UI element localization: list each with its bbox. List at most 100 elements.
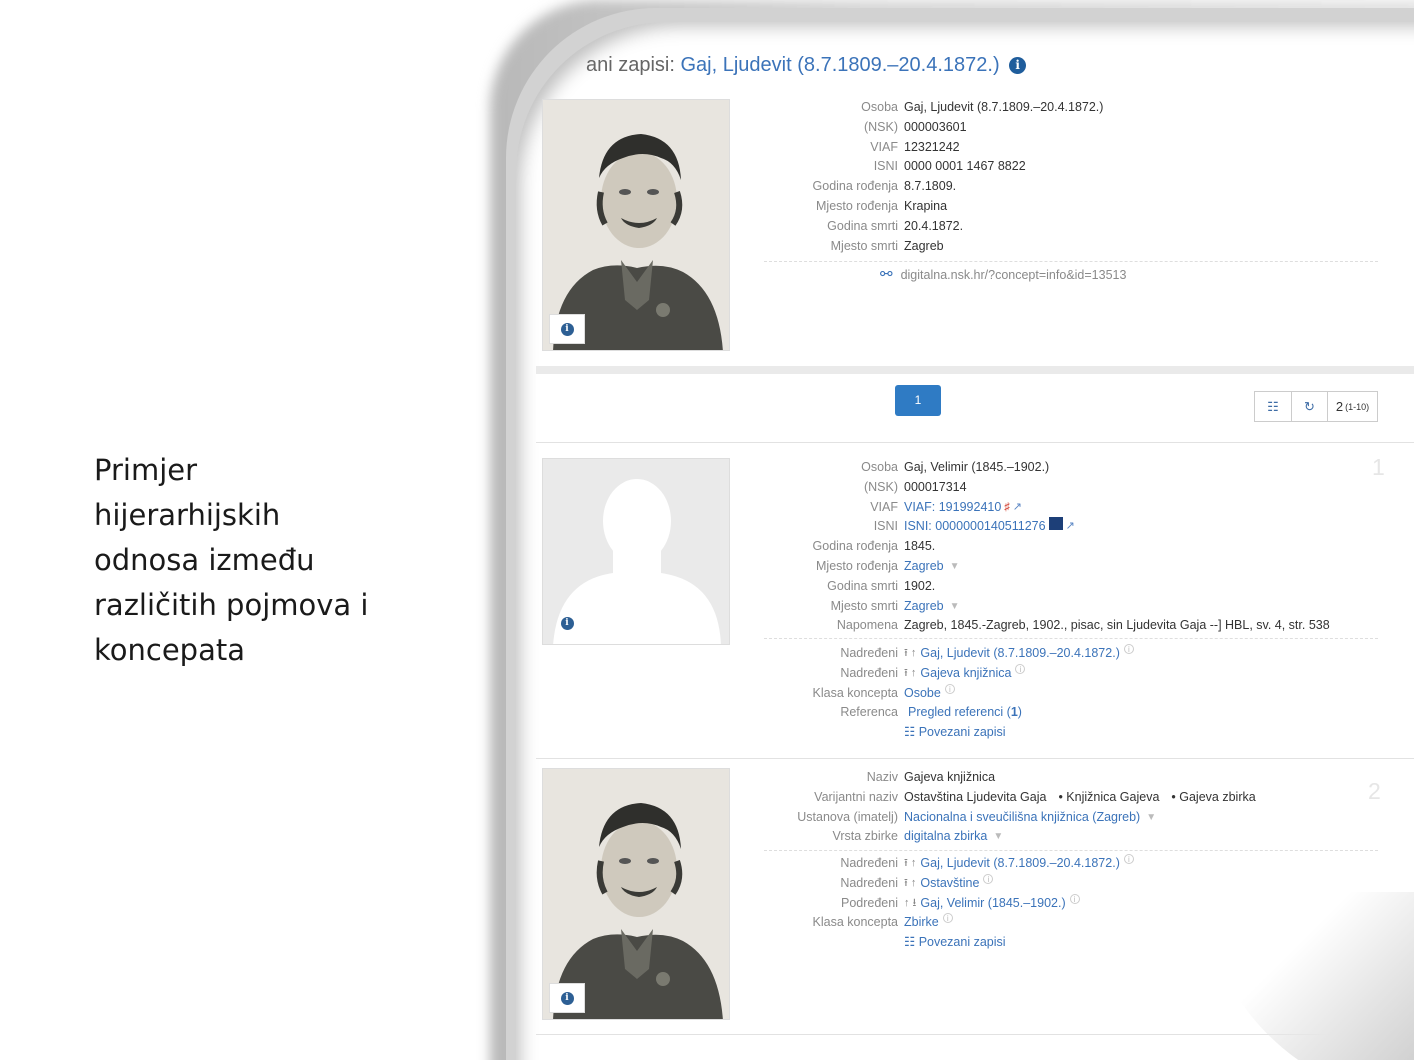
field-label: Mjesto smrti: [830, 238, 898, 253]
institution-link[interactable]: Nacionalna i sveučilišna knjižnica (Zagr…: [904, 808, 1140, 828]
field-value: 000003601: [904, 119, 967, 134]
result-tools: ☷ ↻ 2 (1-10): [1254, 391, 1378, 422]
relation-label: Referenca: [840, 705, 898, 720]
info-icon[interactable]: i: [1123, 644, 1134, 654]
hierarchy-up-icon: ⭱ ↑: [904, 876, 917, 889]
field-value: 1902.: [904, 578, 936, 593]
info-icon[interactable]: i: [983, 873, 994, 884]
variant-name: • Knjižnica Gajeva: [1058, 789, 1160, 804]
page-button-1[interactable]: 1: [895, 385, 941, 416]
field-row: VIAF 12321242: [764, 138, 1103, 158]
relation-label: Nadređeni: [840, 875, 898, 890]
count-value: 2: [1335, 399, 1344, 414]
references-suffix: ): [1017, 705, 1022, 720]
field-label: ISNI: [873, 159, 898, 174]
relation-link[interactable]: Gajeva knjižnica: [920, 664, 1011, 684]
title-link[interactable]: Gaj, Ljudevit (8.7.1809.–20.4.1872.): [681, 54, 1000, 76]
field-row: Mjesto rođenja Zagreb ▼: [764, 557, 1330, 577]
relation-label: Klasa koncepta: [812, 915, 898, 930]
field-row: Godina rođenja 1845.: [764, 537, 1330, 557]
separator: [536, 758, 1414, 759]
caption-line: koncepata: [94, 633, 245, 667]
field-label: (NSK): [863, 119, 898, 134]
field-row: Ustanova (imatelj) Nacionalna i sveučiliš…: [764, 808, 1256, 828]
field-value: Krapina: [904, 198, 948, 213]
link-icon: ⚯: [880, 266, 893, 283]
pager-bar: 1 ☷ ↻ 2 (1-10): [536, 374, 1414, 444]
filter-icon[interactable]: ▼: [950, 597, 960, 617]
references-link[interactable]: Pregled referenci (1): [908, 703, 1022, 723]
isni-link[interactable]: ISNI: 0000000140511276: [904, 517, 1046, 537]
relation-row: Nadređeni ⭱ ↑ Gajeva knjižnica i: [764, 663, 1134, 684]
place-link[interactable]: Zagreb: [904, 597, 944, 617]
grid-view-button[interactable]: ☷: [1254, 391, 1292, 422]
external-link-icon[interactable]: ↗: [1013, 498, 1022, 518]
filter-icon[interactable]: ▼: [950, 557, 960, 577]
relation-link[interactable]: Ostavštine: [920, 874, 979, 894]
info-icon[interactable]: i: [944, 683, 955, 694]
relation-row: Klasa koncepta Zbirke i: [764, 913, 1134, 933]
relation-link[interactable]: Gaj, Velimir (1845.–1902.): [920, 894, 1065, 914]
place-link[interactable]: Zagreb: [904, 557, 944, 577]
filter-icon[interactable]: ▼: [1146, 808, 1156, 828]
field-label: Godina smrti: [827, 218, 898, 233]
field-value: 000017314: [904, 479, 967, 494]
image-info-button[interactable]: i: [549, 983, 585, 1013]
result-count: 2 (1-10): [1328, 391, 1378, 422]
field-label: (NSK): [863, 479, 898, 494]
divider: [764, 261, 1378, 262]
permalink[interactable]: digitalna.nsk.hr/?concept=info&id=13513: [901, 268, 1127, 282]
info-icon[interactable]: i: [1069, 893, 1080, 904]
relation-label: Podređeni: [841, 895, 898, 910]
info-icon[interactable]: i: [1009, 57, 1027, 74]
info-icon[interactable]: i: [1015, 663, 1026, 674]
relation-row: Nadređeni ⭱ ↑ Ostavštine i: [764, 873, 1134, 894]
hierarchy-up-icon: ⭱ ↑: [904, 857, 917, 869]
result-1-fields: Osoba Gaj, Velimir (1845.–1902.) (NSK) 000…: [764, 458, 1330, 636]
info-icon[interactable]: i: [942, 913, 953, 924]
field-value: 12321242: [904, 139, 960, 154]
image-info-button[interactable]: i: [549, 314, 585, 344]
field-value: 20.4.1872.: [904, 218, 964, 233]
image-info-button[interactable]: i: [549, 608, 585, 638]
divider: [764, 638, 1378, 639]
info-icon[interactable]: i: [1123, 854, 1134, 864]
external-link-icon[interactable]: ↗: [1066, 517, 1075, 537]
field-row: Godina rođenja 8.7.1809.: [764, 177, 1103, 197]
empty-label: [764, 723, 904, 743]
portrait-image: i: [542, 768, 730, 1020]
info-icon: i: [560, 616, 574, 630]
linked-records-link[interactable]: ☷ Povezani zapisi: [904, 933, 1006, 953]
relation-label: Nadređeni: [840, 665, 898, 680]
permalink-row: ⚯ digitalna.nsk.hr/?concept=info&id=13513: [880, 265, 1126, 283]
viaf-link[interactable]: VIAF: 191992410: [904, 498, 1001, 518]
placeholder-avatar: i: [542, 458, 730, 645]
sitemap-icon: ☷: [904, 725, 919, 740]
relation-row: ☷ Povezani zapisi: [764, 933, 1134, 953]
caption-line: hijerarhijskih: [94, 498, 281, 532]
isni-logo-icon: [1048, 517, 1063, 531]
collection-type-link[interactable]: digitalna zbirka: [904, 827, 987, 847]
field-row: (NSK) 000003601: [764, 118, 1103, 138]
filter-icon[interactable]: ▼: [993, 827, 1003, 847]
field-row: Vrsta zbirke digitalna zbirka ▼: [764, 827, 1256, 847]
field-value: Gaj, Velimir (1845.–1902.): [904, 460, 1050, 474]
relation-link[interactable]: Gaj, Ljudevit (8.7.1809.–20.4.1872.): [920, 644, 1119, 664]
refresh-button[interactable]: ↻: [1292, 391, 1328, 422]
result-number: 2: [1368, 778, 1381, 804]
field-label: Naziv: [866, 770, 898, 784]
field-row: Godina smrti 20.4.1872.: [764, 217, 1103, 237]
concept-class-link[interactable]: Osobe: [904, 684, 941, 704]
portrait-image: i: [542, 99, 730, 351]
caption-line: različitih pojmova i: [94, 588, 369, 622]
info-icon: i: [560, 322, 574, 336]
field-row: Naziv Gajeva knjižnica: [764, 768, 1256, 788]
refresh-icon: ↻: [1304, 398, 1315, 414]
field-value: 0000 0001 1467 8822: [904, 159, 1026, 174]
relation-link[interactable]: Gaj, Ljudevit (8.7.1809.–20.4.1872.): [920, 854, 1119, 874]
caption-line: odnosa između: [94, 543, 315, 577]
concept-class-link[interactable]: Zbirke: [904, 913, 939, 933]
screenshot-page: ani zapisi: Gaj, Ljudevit (8.7.1809.–20.…: [516, 22, 1414, 1060]
linked-records-link[interactable]: ☷ Povezani zapisi: [904, 723, 1006, 743]
empty-label: [764, 933, 904, 953]
